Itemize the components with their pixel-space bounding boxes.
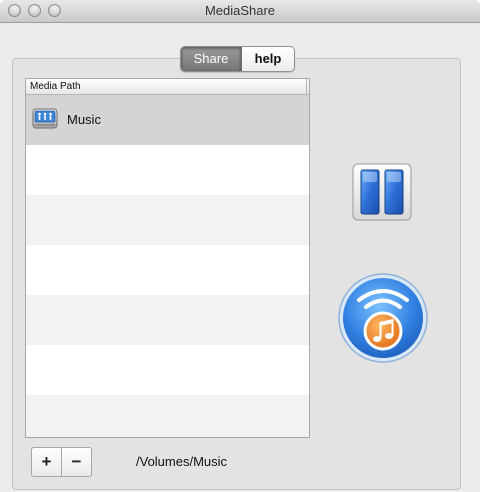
mediashare-window: MediaShare Share help Media Path Music +…: [0, 0, 480, 492]
tab-share[interactable]: Share: [181, 47, 242, 71]
title-bar[interactable]: MediaShare: [0, 0, 480, 23]
empty-row: [26, 395, 309, 437]
table-row[interactable]: Music: [26, 95, 309, 145]
row-label: Music: [67, 112, 101, 127]
segmented-tabs: Share help: [180, 46, 295, 72]
window-title: MediaShare: [204, 3, 276, 18]
network-drive-icon: [31, 105, 59, 133]
pause-button[interactable]: [352, 163, 412, 221]
remove-button[interactable]: −: [61, 448, 91, 476]
column-header-end: [306, 79, 309, 94]
empty-row: [26, 145, 309, 195]
media-path-table[interactable]: Media Path Music: [25, 78, 310, 438]
tab-help[interactable]: help: [242, 47, 294, 71]
pause-icon: [352, 163, 412, 221]
add-button[interactable]: +: [32, 448, 61, 476]
empty-row: [26, 295, 309, 345]
empty-row: [26, 195, 309, 245]
empty-row: [26, 245, 309, 295]
selected-path-label: /Volumes/Music: [136, 454, 228, 469]
itunes-stream-icon: [338, 273, 428, 363]
add-remove-buttons: + −: [31, 447, 92, 477]
empty-row: [26, 345, 309, 395]
column-header-label: Media Path: [30, 81, 81, 92]
stream-button[interactable]: [337, 272, 429, 364]
column-header-media-path[interactable]: Media Path: [26, 79, 309, 95]
